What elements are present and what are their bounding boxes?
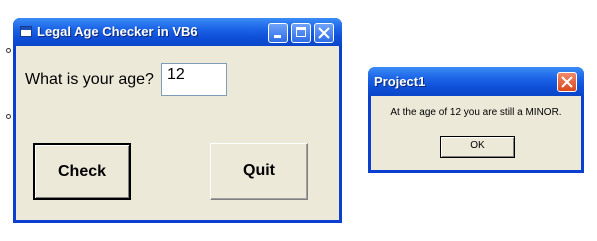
maximize-button[interactable] xyxy=(291,23,311,43)
quit-button-label: Quit xyxy=(243,162,275,179)
age-input[interactable] xyxy=(161,63,227,96)
close-icon xyxy=(561,76,573,88)
resize-handle-dot xyxy=(6,114,11,119)
close-icon xyxy=(318,27,330,39)
minimize-button[interactable] xyxy=(268,23,288,43)
message-title: Project1 xyxy=(374,74,426,89)
message-titlebar[interactable]: Project1 xyxy=(368,67,584,96)
form-client-area: What is your age? Check Quit xyxy=(16,46,339,220)
message-box: Project1 At the age of 12 you are still … xyxy=(368,67,584,173)
check-button[interactable]: Check xyxy=(33,143,131,200)
resize-handle-dot xyxy=(6,48,11,53)
message-text: At the age of 12 you are still a MINOR. xyxy=(390,107,562,118)
form-icon[interactable] xyxy=(20,26,32,37)
window-title: Legal Age Checker in VB6 xyxy=(37,24,198,39)
check-button-label: Check xyxy=(57,163,107,180)
close-button[interactable] xyxy=(314,23,334,43)
quit-button[interactable]: Quit xyxy=(210,143,308,200)
age-label: What is your age? xyxy=(25,71,154,88)
main-window: Legal Age Checker in VB6 What is your ag… xyxy=(13,18,342,223)
message-close-button[interactable] xyxy=(557,72,577,92)
main-titlebar[interactable]: Legal Age Checker in VB6 xyxy=(13,18,342,46)
message-client-area: At the age of 12 you are still a MINOR. … xyxy=(371,96,581,170)
ok-button[interactable]: OK xyxy=(440,136,515,158)
